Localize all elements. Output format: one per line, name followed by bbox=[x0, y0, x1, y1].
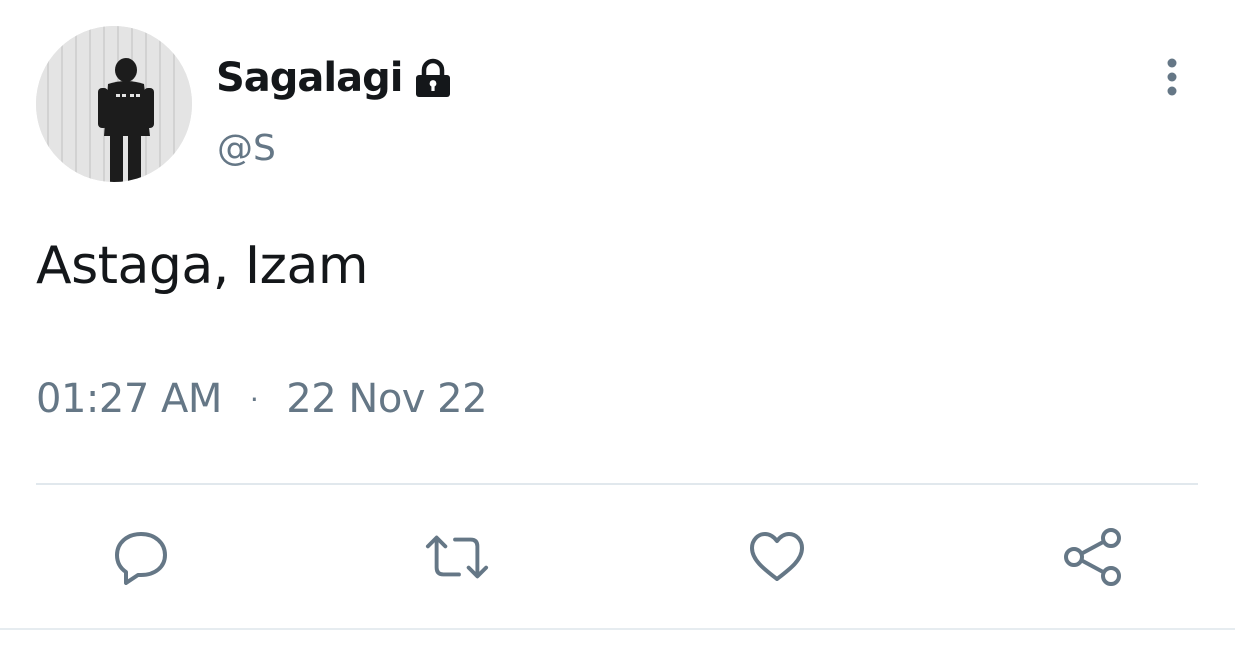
author-handle[interactable]: @S bbox=[217, 128, 276, 169]
author-display-name[interactable]: Sagalagi bbox=[216, 55, 403, 101]
retweet-button[interactable] bbox=[424, 524, 490, 590]
profile-photo bbox=[36, 26, 192, 182]
like-button[interactable] bbox=[744, 524, 810, 590]
more-vertical-icon bbox=[1167, 58, 1177, 96]
tweet-date[interactable]: 22 Nov 22 bbox=[286, 376, 487, 422]
lock-icon bbox=[416, 58, 451, 97]
divider bbox=[36, 483, 1198, 485]
tweet-time[interactable]: 01:27 AM bbox=[36, 376, 222, 422]
comment-icon bbox=[115, 532, 167, 585]
reply-button[interactable] bbox=[108, 524, 174, 590]
separator-dot: · bbox=[249, 382, 259, 416]
retweet-icon bbox=[425, 535, 489, 579]
share-button[interactable] bbox=[1060, 524, 1126, 590]
share-icon bbox=[1064, 528, 1121, 586]
heart-icon bbox=[750, 532, 804, 581]
tweet-text: Astaga, Izam bbox=[36, 236, 369, 296]
tweet-detail: Sagalagi @S Astaga, Izam 01:27 AM · 22 N… bbox=[0, 0, 1235, 648]
more-options-button[interactable] bbox=[1152, 52, 1192, 100]
tweet-timestamp[interactable]: 01:27 AM · 22 Nov 22 bbox=[36, 376, 488, 422]
author-name-row[interactable]: Sagalagi bbox=[216, 52, 452, 104]
avatar[interactable] bbox=[36, 26, 192, 182]
bottom-divider bbox=[0, 628, 1235, 630]
